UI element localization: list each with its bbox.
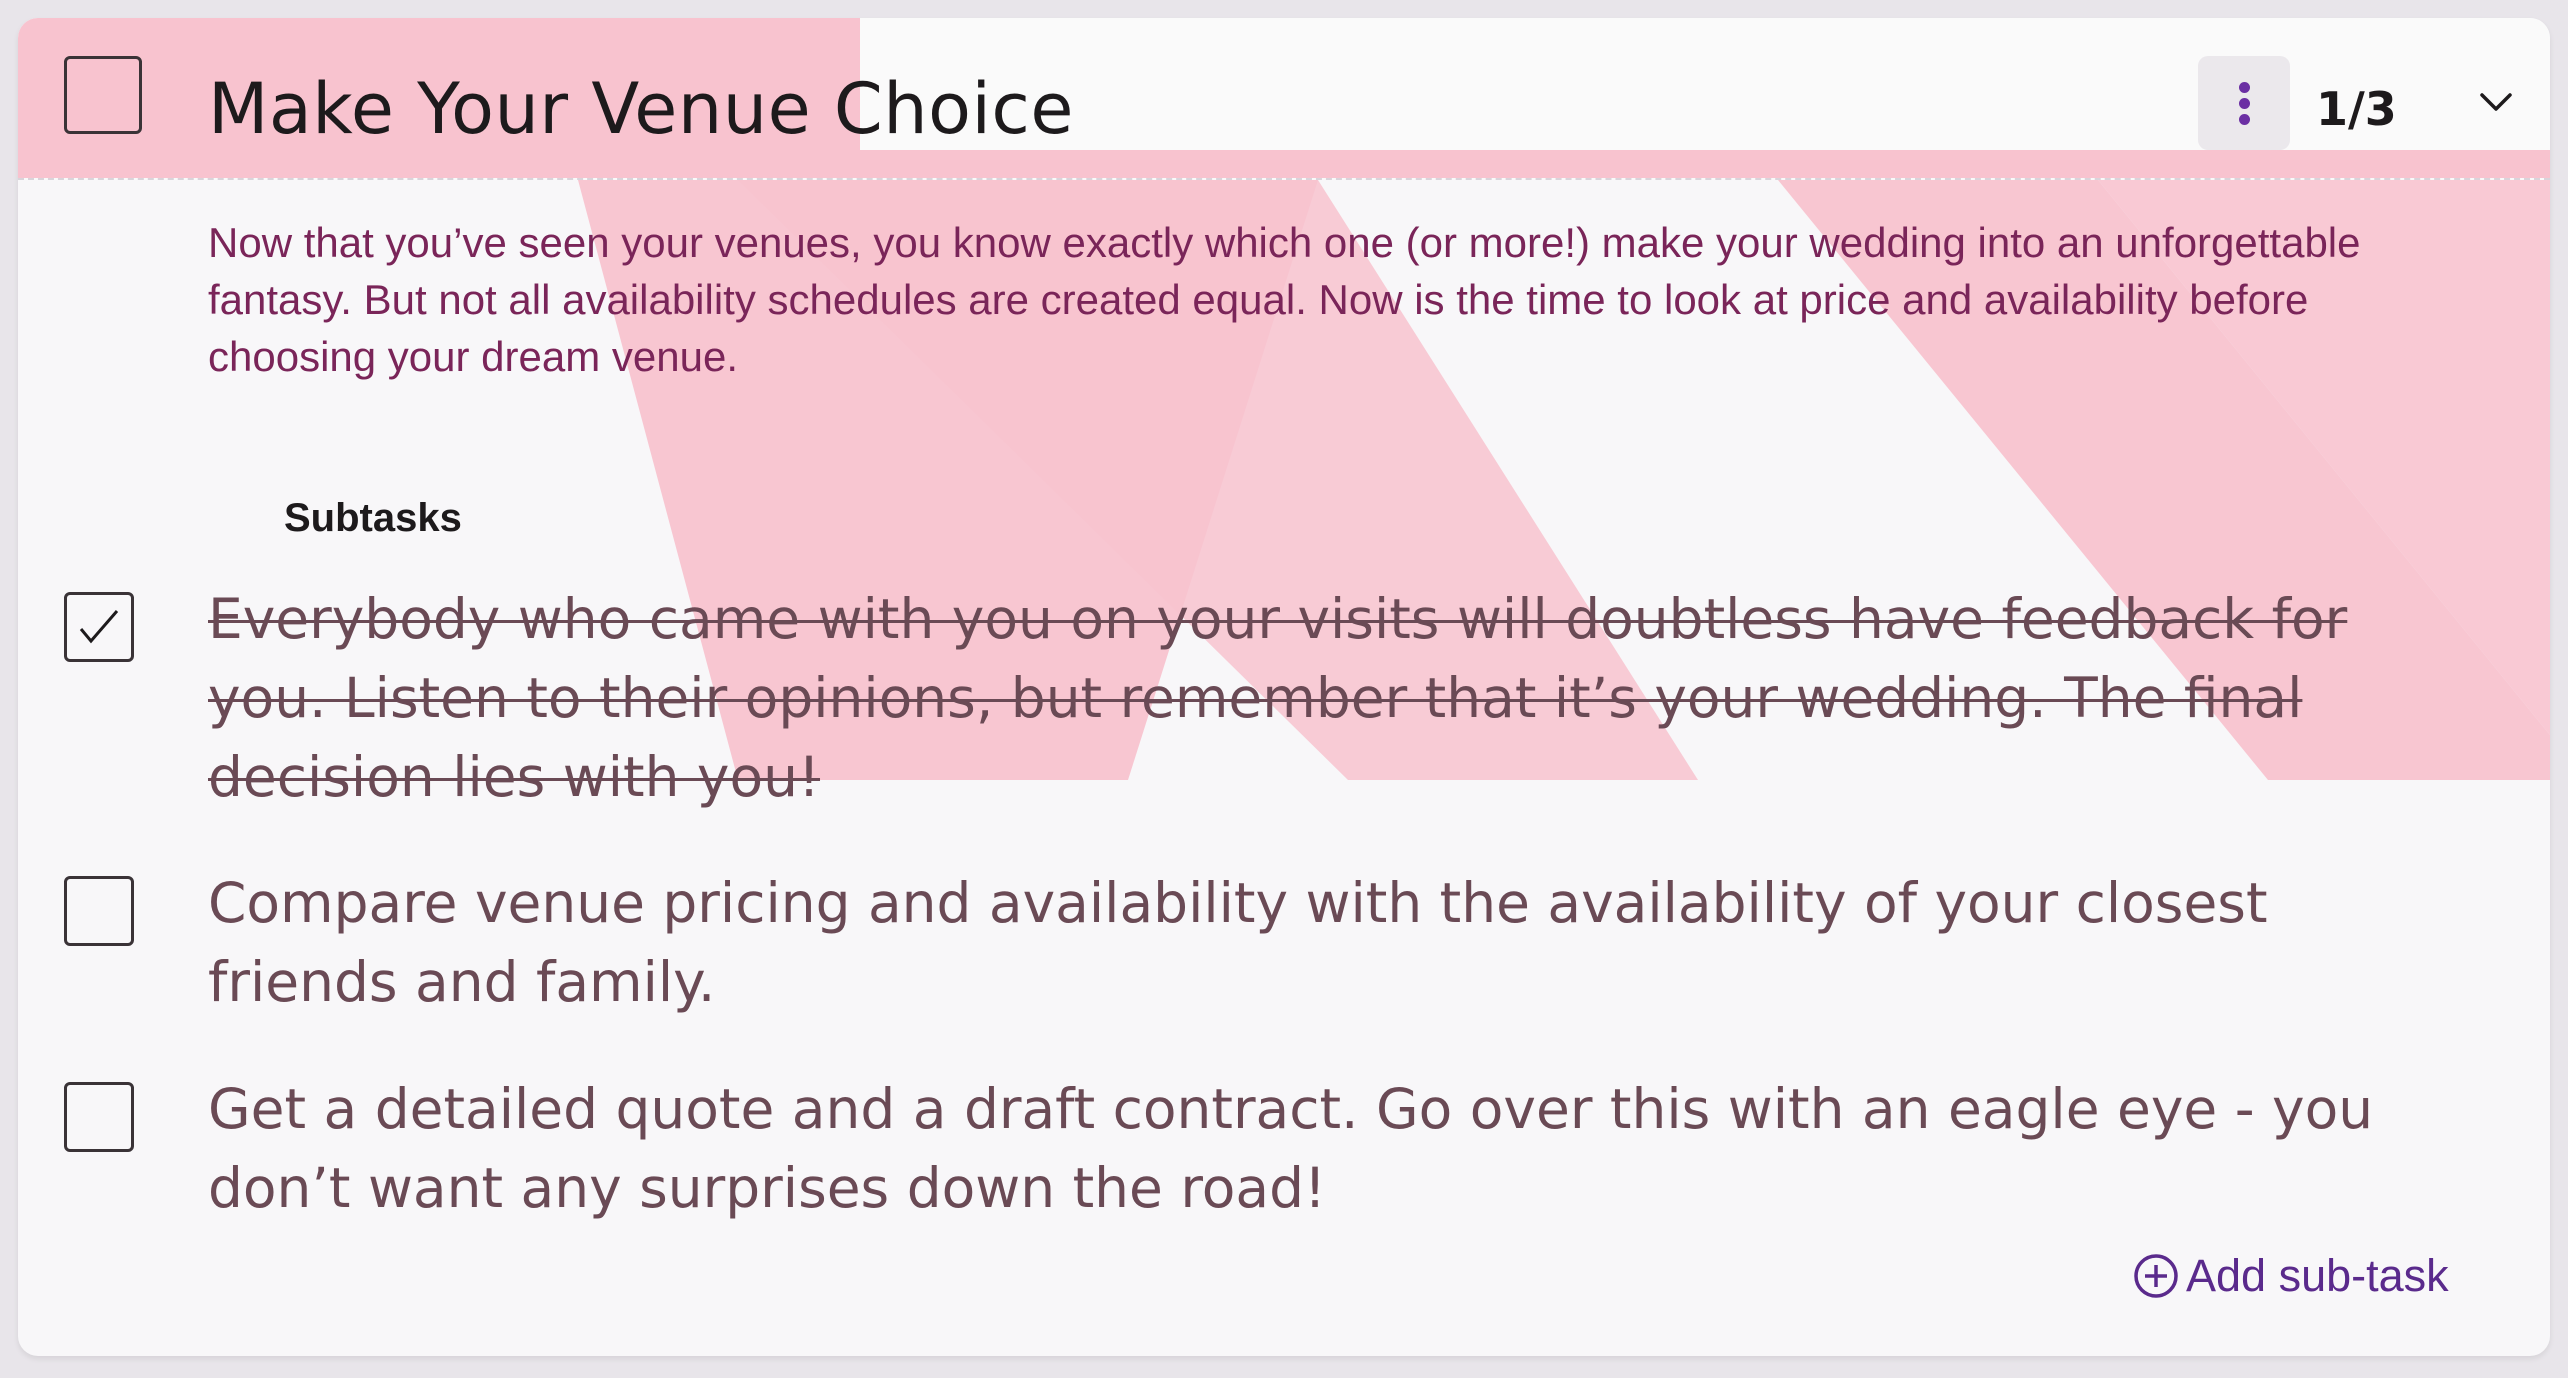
subtask-checkbox-checked[interactable]	[64, 592, 134, 662]
subtask-checkbox[interactable]	[64, 876, 134, 946]
subtasks-heading: Subtasks	[284, 496, 462, 540]
task-menu-button[interactable]	[2198, 56, 2290, 150]
task-header[interactable]: Make Your Venue Choice 1/3	[18, 18, 2550, 180]
subtask-text: Get a detailed quote and a draft contrac…	[208, 1077, 2374, 1220]
kebab-dot	[2239, 114, 2250, 125]
progress-counter: 1/3	[2316, 82, 2397, 136]
task-complete-checkbox[interactable]	[64, 56, 142, 134]
plus-circle-icon	[2134, 1254, 2178, 1298]
task-description: Now that you’ve seen your venues, you kn…	[208, 219, 2361, 380]
chevron-down-icon[interactable]	[2476, 82, 2516, 122]
subtask-checkbox[interactable]	[64, 1082, 134, 1152]
kebab-dot	[2239, 98, 2250, 109]
subtask-text: Compare venue pricing and availability w…	[208, 871, 2268, 1014]
subtask-text: Everybody who came with you on your visi…	[208, 587, 2348, 809]
kebab-vertical-icon	[2239, 82, 2250, 93]
checkmark-icon	[79, 610, 119, 644]
task-card: Make Your Venue Choice 1/3 Now that you’…	[18, 18, 2550, 1356]
progress-band	[860, 150, 2550, 178]
add-subtask-label: Add sub-task	[2186, 1250, 2449, 1301]
task-title: Make Your Venue Choice	[208, 68, 1074, 150]
add-subtask-button[interactable]: Add sub-task	[2132, 1250, 2449, 1302]
